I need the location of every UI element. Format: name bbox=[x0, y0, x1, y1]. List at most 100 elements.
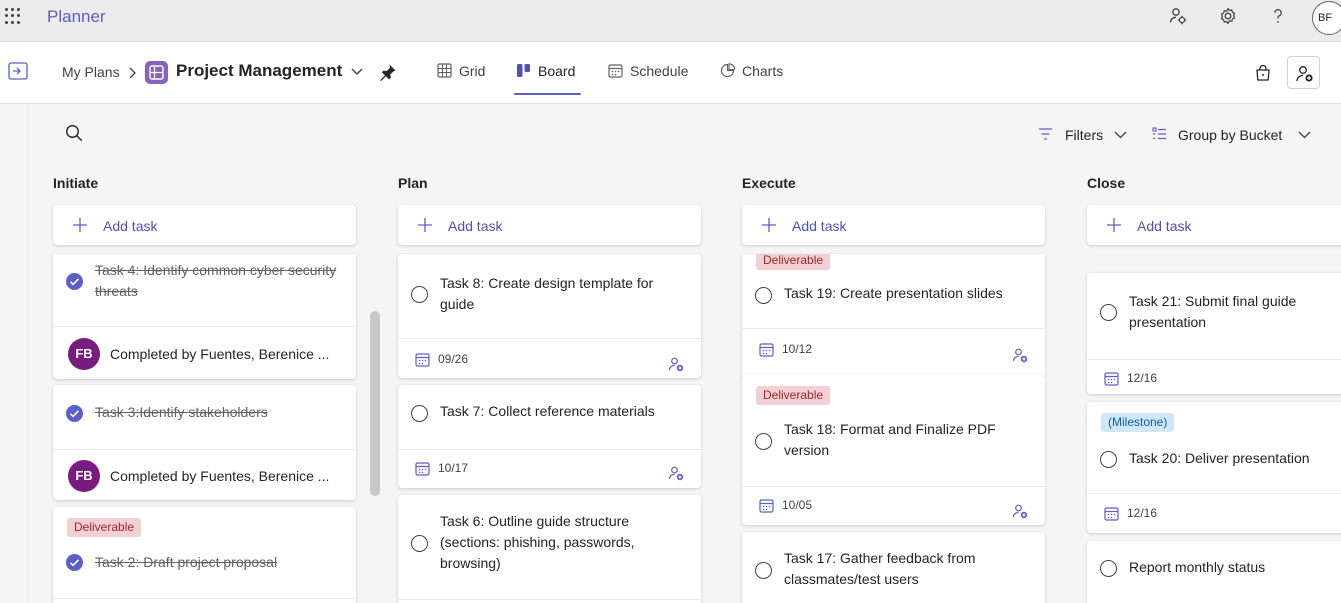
add-task-button[interactable]: Add task bbox=[1087, 205, 1341, 245]
due-date[interactable]: 10/17 bbox=[438, 461, 468, 475]
task-title[interactable]: Task 6: Outline guide structure (section… bbox=[440, 511, 685, 574]
tab-grid[interactable]: Grid bbox=[437, 62, 497, 84]
task-card[interactable]: Report monthly status bbox=[1087, 541, 1341, 603]
task-title[interactable]: Report monthly status bbox=[1129, 557, 1334, 578]
task-card[interactable]: Task 8: Create design template for guide… bbox=[398, 254, 701, 378]
due-date[interactable]: 12/16 bbox=[1127, 506, 1157, 520]
card-divider bbox=[398, 599, 701, 600]
add-task-button[interactable]: Add task bbox=[742, 205, 1045, 245]
task-card[interactable]: Task 4: Identify common cyber security t… bbox=[53, 254, 356, 379]
plan-title[interactable]: Project Management bbox=[176, 61, 342, 81]
share-plan-button[interactable] bbox=[1287, 56, 1320, 89]
task-card[interactable]: Deliverable Task 18: Format and Finalize… bbox=[742, 375, 1045, 525]
task-complete-checkbox[interactable] bbox=[411, 286, 428, 303]
task-title[interactable]: Task 17: Gather feedback from classmates… bbox=[784, 548, 1029, 590]
assignee-avatar[interactable]: FB bbox=[68, 460, 100, 492]
completed-by-text: Completed by Fuentes, Berenice ... bbox=[110, 468, 330, 484]
card-divider bbox=[742, 328, 1045, 329]
bucket-title[interactable]: Plan bbox=[398, 175, 428, 191]
tab-board[interactable]: Board bbox=[516, 62, 586, 84]
expand-sidebar-icon[interactable] bbox=[8, 62, 28, 80]
task-card[interactable]: Task 7: Collect reference materials 10/1… bbox=[398, 385, 701, 488]
card-divider bbox=[53, 326, 356, 327]
task-title[interactable]: Task 2: Draft project proposal bbox=[95, 552, 340, 573]
bucket-title[interactable]: Execute bbox=[742, 175, 796, 191]
checkmark-icon bbox=[69, 559, 80, 567]
breadcrumb-my-plans[interactable]: My Plans bbox=[62, 64, 120, 80]
bucket-plan: Plan Add task Task 8: Create design temp… bbox=[398, 170, 701, 603]
tab-schedule[interactable]: Schedule bbox=[608, 62, 698, 84]
plus-icon bbox=[418, 218, 432, 232]
add-task-label: Add task bbox=[792, 218, 847, 234]
assign-person-icon[interactable] bbox=[668, 356, 684, 372]
task-card[interactable]: Task 21: Submit final guide presentation… bbox=[1087, 273, 1341, 394]
task-complete-checkbox[interactable] bbox=[66, 405, 83, 422]
card-divider bbox=[53, 449, 356, 450]
task-complete-checkbox[interactable] bbox=[411, 535, 428, 552]
board-icon bbox=[517, 64, 530, 77]
task-title[interactable]: Task 21: Submit final guide presentation bbox=[1129, 291, 1334, 333]
tab-charts[interactable]: Charts bbox=[720, 62, 790, 84]
search-icon[interactable] bbox=[65, 124, 83, 142]
task-card[interactable]: Task 17: Gather feedback from classmates… bbox=[742, 532, 1045, 603]
calendar-icon bbox=[608, 64, 623, 78]
task-title[interactable]: Task 7: Collect reference materials bbox=[440, 401, 685, 422]
task-title[interactable]: Task 20: Deliver presentation bbox=[1129, 448, 1334, 469]
task-title[interactable]: Task 3:Identify stakeholders bbox=[95, 402, 340, 423]
task-title[interactable]: Task 19: Create presentation slides bbox=[784, 283, 1029, 304]
assignee-avatar[interactable]: FB bbox=[68, 338, 100, 370]
label-milestone: (Milestone) bbox=[1101, 413, 1175, 432]
app-launcher-icon[interactable] bbox=[4, 7, 22, 25]
chevron-down-icon bbox=[1298, 131, 1311, 139]
calendar-icon bbox=[1104, 372, 1119, 386]
task-complete-checkbox[interactable] bbox=[411, 405, 428, 422]
due-date[interactable]: 10/05 bbox=[782, 498, 812, 512]
chevron-down-icon[interactable] bbox=[350, 67, 364, 77]
task-complete-checkbox[interactable] bbox=[66, 554, 83, 571]
task-card[interactable]: Task 6: Outline guide structure (section… bbox=[398, 495, 701, 603]
people-settings-icon[interactable] bbox=[1168, 6, 1188, 26]
calendar-icon bbox=[415, 462, 430, 476]
due-date[interactable]: 10/12 bbox=[782, 342, 812, 356]
filters-button[interactable]: Filters bbox=[1036, 126, 1131, 146]
task-complete-checkbox[interactable] bbox=[66, 273, 83, 290]
tab-label: Schedule bbox=[630, 63, 689, 79]
due-date[interactable]: 09/26 bbox=[438, 352, 468, 366]
pin-icon[interactable] bbox=[379, 63, 397, 81]
assign-person-icon[interactable] bbox=[1012, 503, 1028, 519]
assign-person-icon[interactable] bbox=[1012, 347, 1028, 363]
add-task-button[interactable]: Add task bbox=[53, 205, 356, 245]
task-title[interactable]: Task 18: Format and Finalize PDF version bbox=[784, 419, 1029, 461]
due-date[interactable]: 12/16 bbox=[1127, 371, 1157, 385]
assign-person-icon[interactable] bbox=[668, 465, 684, 481]
gear-icon[interactable] bbox=[1218, 6, 1238, 26]
plan-icon bbox=[145, 61, 168, 84]
task-complete-checkbox[interactable] bbox=[755, 287, 772, 304]
task-title[interactable]: Task 4: Identify common cyber security t… bbox=[95, 260, 340, 302]
task-complete-checkbox[interactable] bbox=[755, 433, 772, 450]
add-person-icon bbox=[1296, 66, 1313, 82]
bucket-title[interactable]: Initiate bbox=[53, 175, 98, 191]
group-by-button[interactable]: Group by Bucket bbox=[1150, 126, 1315, 146]
task-title[interactable]: Task 8: Create design template for guide bbox=[440, 273, 685, 315]
task-complete-checkbox[interactable] bbox=[1100, 304, 1117, 321]
bucket-scrollbar[interactable] bbox=[370, 311, 380, 496]
plus-icon bbox=[73, 218, 87, 232]
group-by-label: Group by Bucket bbox=[1178, 127, 1283, 143]
task-card[interactable]: Task 3:Identify stakeholders FB Complete… bbox=[53, 385, 356, 500]
bucket-title[interactable]: Close bbox=[1087, 175, 1125, 191]
card-divider bbox=[398, 449, 701, 450]
task-card[interactable]: (Milestone) Task 20: Deliver presentatio… bbox=[1087, 402, 1341, 533]
premium-bag-icon[interactable] bbox=[1254, 64, 1272, 82]
help-icon[interactable] bbox=[1268, 6, 1288, 26]
task-complete-checkbox[interactable] bbox=[1100, 451, 1117, 468]
task-card[interactable]: Deliverable Task 19: Create presentation… bbox=[742, 254, 1045, 378]
task-complete-checkbox[interactable] bbox=[755, 562, 772, 579]
add-task-button[interactable]: Add task bbox=[398, 205, 701, 245]
calendar-icon bbox=[1104, 507, 1119, 521]
card-divider bbox=[1087, 359, 1341, 360]
app-name[interactable]: Planner bbox=[47, 7, 106, 27]
task-complete-checkbox[interactable] bbox=[1100, 560, 1117, 577]
user-avatar[interactable]: BF bbox=[1312, 1, 1341, 35]
task-card[interactable]: Deliverable Task 2: Draft project propos… bbox=[53, 507, 356, 603]
